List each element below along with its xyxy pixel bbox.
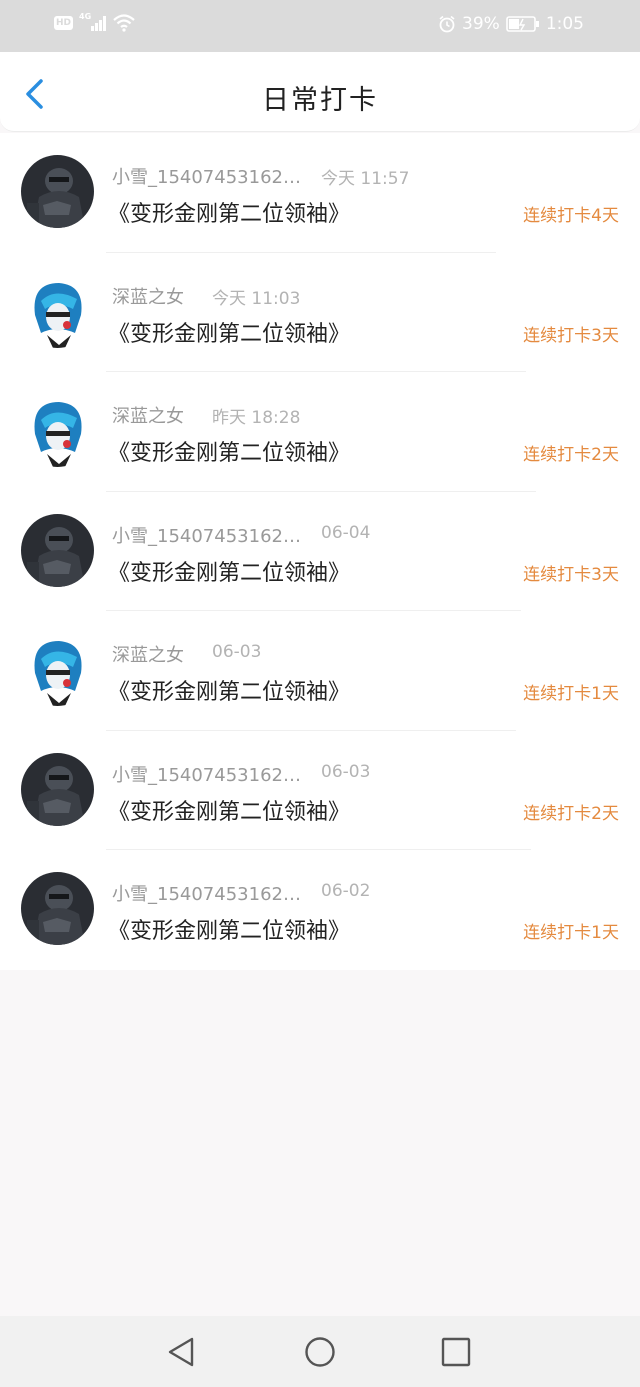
username: 深蓝之女	[112, 406, 184, 427]
header: 日常打卡	[0, 52, 640, 132]
user-avatar[interactable]	[21, 752, 94, 826]
wifi-icon	[113, 14, 135, 32]
book-title: 《变形金刚第二位领袖》	[108, 202, 351, 227]
book-title: 《变形金刚第二位领袖》	[108, 919, 351, 944]
username: 小雪_15407453162…	[112, 167, 301, 188]
book-title: 《变形金刚第二位领袖》	[108, 799, 351, 825]
checkin-row[interactable]: 小雪_15407453162… 今天 11:57 《变形金刚第二位领袖》 连续打卡4天	[0, 133, 640, 253]
nav-back-button[interactable]	[166, 1336, 198, 1368]
checkin-time: 今天 11:57	[321, 169, 410, 189]
user-avatar[interactable]	[21, 513, 94, 587]
square-recents-icon	[441, 1337, 471, 1367]
status-left: HD 4G	[54, 11, 135, 32]
checkin-row[interactable]: 深蓝之女 昨天 18:28 《变形金刚第二位领袖》 连续打卡2天	[0, 372, 640, 492]
triangle-back-icon	[168, 1337, 194, 1367]
checkin-time: 06-04	[321, 522, 371, 543]
user-avatar[interactable]	[21, 633, 94, 706]
alarm-icon	[439, 15, 455, 33]
checkin-row[interactable]: 小雪_15407453162… 06-02 《变形金刚第二位领袖》 连续打卡1天	[0, 850, 640, 970]
status-right: 39% 1:05	[438, 14, 584, 34]
checkin-time: 昨天 18:28	[212, 408, 301, 428]
battery-icon	[506, 16, 539, 32]
username: 小雪_15407453162…	[112, 884, 301, 905]
username: 深蓝之女	[112, 286, 184, 308]
username: 小雪_15407453162…	[112, 525, 301, 547]
book-title: 《变形金刚第二位领袖》	[108, 560, 351, 586]
checkin-time: 06-03	[321, 761, 371, 782]
hd-badge: HD	[54, 16, 74, 30]
checkin-time: 06-03	[212, 642, 262, 662]
checkin-time: 今天 11:03	[212, 288, 301, 309]
checkin-time: 06-02	[321, 881, 371, 901]
streak-label: 连续打卡3天	[523, 564, 619, 585]
battery-percent: 39%	[462, 14, 500, 34]
signal-icon	[91, 16, 107, 31]
checkin-row[interactable]: 深蓝之女 今天 11:03 《变形金刚第二位领袖》 连续打卡3天	[0, 253, 640, 372]
streak-label: 连续打卡3天	[523, 325, 619, 346]
streak-label: 连续打卡4天	[523, 206, 619, 226]
checkin-row[interactable]: 小雪_15407453162… 06-04 《变形金刚第二位领袖》 连续打卡3天	[0, 492, 640, 611]
user-avatar[interactable]	[21, 155, 94, 228]
username: 深蓝之女	[112, 645, 184, 666]
username: 小雪_15407453162…	[112, 764, 301, 786]
streak-label: 连续打卡2天	[523, 803, 619, 824]
circle-home-icon	[305, 1337, 335, 1367]
nav-recents-button[interactable]	[440, 1336, 472, 1368]
streak-label: 连续打卡1天	[523, 923, 619, 943]
page-title: 日常打卡	[262, 85, 378, 116]
streak-label: 连续打卡1天	[523, 684, 619, 704]
nav-home-button[interactable]	[304, 1336, 336, 1368]
book-title: 《变形金刚第二位领袖》	[108, 441, 351, 466]
network-label: 4G	[79, 11, 92, 21]
checkin-list: 小雪_15407453162… 今天 11:57 《变形金刚第二位领袖》 连续打卡4天…	[0, 133, 640, 970]
user-avatar[interactable]	[21, 394, 94, 467]
status-bar: HD 4G 39% 1:05	[0, 0, 640, 52]
user-avatar[interactable]	[21, 274, 94, 348]
user-avatar[interactable]	[21, 872, 94, 945]
checkin-row[interactable]: 小雪_15407453162… 06-03 《变形金刚第二位领袖》 连续打卡2天	[0, 731, 640, 850]
checkin-row[interactable]: 深蓝之女 06-03 《变形金刚第二位领袖》 连续打卡1天	[0, 611, 640, 731]
book-title: 《变形金刚第二位领袖》	[108, 680, 351, 705]
system-nav-bar	[0, 1316, 640, 1387]
streak-label: 连续打卡2天	[523, 445, 619, 465]
clock-time: 1:05	[545, 14, 584, 34]
book-title: 《变形金刚第二位领袖》	[108, 321, 351, 347]
